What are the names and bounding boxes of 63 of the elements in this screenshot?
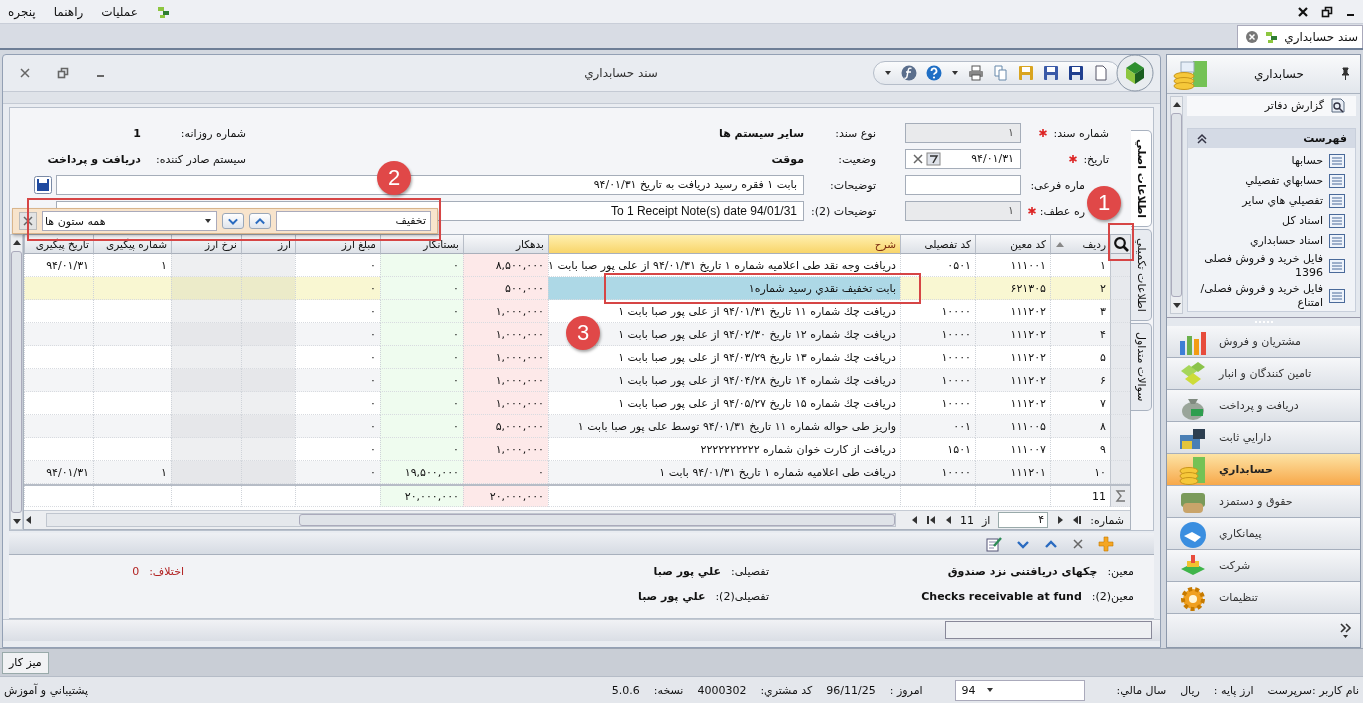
info-value: علي پور صبا: [653, 565, 721, 579]
record-count: 11: [959, 513, 974, 527]
status-text: 96/11/25: [826, 683, 876, 697]
status-text: کد مشتري:: [760, 683, 813, 697]
table-cell: ۱,۰۰۰,۰۰۰: [463, 300, 548, 324]
info-label: اختلاف:: [149, 565, 184, 579]
info-label: معین:: [1107, 565, 1134, 579]
status-text: 5.0.6: [611, 683, 640, 697]
table-cell: ۱۹,۵۰۰,۰۰۰: [380, 461, 463, 485]
table-cell: ۰: [380, 369, 463, 393]
table-cell: بابت تخفیف نقدي رسید شماره۱: [548, 277, 900, 301]
table-cell: ۱,۰۰۰,۰۰۰: [463, 323, 548, 347]
info-label: معین(2):: [1091, 590, 1134, 604]
table-cell: ۵۰۰,۰۰۰: [463, 277, 548, 301]
window-title: سند حسابداري: [583, 66, 659, 80]
field-value: دریافت و پرداخت: [46, 152, 141, 166]
field-value: 1: [132, 126, 141, 140]
total-cell: 11: [1050, 486, 1110, 508]
table-cell: ۰: [380, 323, 463, 347]
field-label: تاریخ:: [1083, 152, 1109, 166]
field-label: ره عطف:: [1039, 204, 1085, 218]
info-value: چکهای دریافتنی نزد صندوق: [947, 565, 1098, 579]
total-cell: ۲۰,۰۰۰,۰۰۰: [380, 486, 463, 508]
field-label: شماره روزانه:: [179, 126, 246, 140]
status-text: سال مالي:: [1116, 683, 1167, 697]
field-label: وضعیت:: [838, 152, 876, 166]
table-cell: ۰: [380, 277, 463, 301]
info-label: تفصیلی:: [731, 565, 769, 579]
table-cell: ۱,۰۰۰,۰۰۰: [463, 346, 548, 370]
table-cell: ۰: [380, 415, 463, 439]
status-text: ریال: [1180, 683, 1200, 697]
field-value: سایر سیستم ها: [718, 126, 804, 140]
table-cell: ۱,۰۰۰,۰۰۰: [463, 369, 548, 393]
table-cell: ۵,۰۰۰,۰۰۰: [463, 415, 548, 439]
field-label: توضیحات (2):: [811, 204, 876, 218]
sidebar-title: حسابداري: [1254, 67, 1304, 81]
table-cell: ۰: [380, 254, 463, 278]
status-text: 4000302: [697, 683, 747, 697]
status-text: نسخه:: [653, 683, 684, 697]
field-label: نوع سند:: [835, 126, 876, 140]
table-cell: ۸,۵۰۰,۰۰۰: [463, 254, 548, 278]
status-text: امروز :: [889, 683, 923, 697]
status-text: نام کاربر :سرپرست: [1267, 683, 1359, 697]
field-label: شماره سند:: [1053, 126, 1109, 140]
status-text: ارز پایه :: [1213, 683, 1254, 697]
field-value: موقت: [770, 152, 804, 166]
table-cell: ۱,۰۰۰,۰۰۰: [463, 438, 548, 462]
info-value: علي پور صبا: [638, 590, 706, 604]
info-value: Checks receivable at fund: [921, 590, 1082, 604]
total-cell: ۲۰,۰۰۰,۰۰۰: [463, 486, 548, 508]
table-cell: ۰: [380, 300, 463, 324]
table-cell: ۰: [380, 346, 463, 370]
navigator-label: شماره:: [1090, 513, 1124, 527]
table-cell: ۰: [380, 392, 463, 416]
field-label: توضیحات:: [830, 178, 876, 192]
table-cell: ۰: [463, 461, 548, 485]
info-label: تفصیلی(2):: [715, 590, 769, 604]
info-value: 0: [132, 565, 140, 579]
field-label: سیستم صادر کننده:: [155, 152, 246, 166]
navigator-label: از: [981, 513, 991, 527]
table-cell: ۰: [380, 438, 463, 462]
field-label: ماره فرعی:: [1030, 178, 1085, 192]
table-cell: ۱,۰۰۰,۰۰۰: [463, 392, 548, 416]
